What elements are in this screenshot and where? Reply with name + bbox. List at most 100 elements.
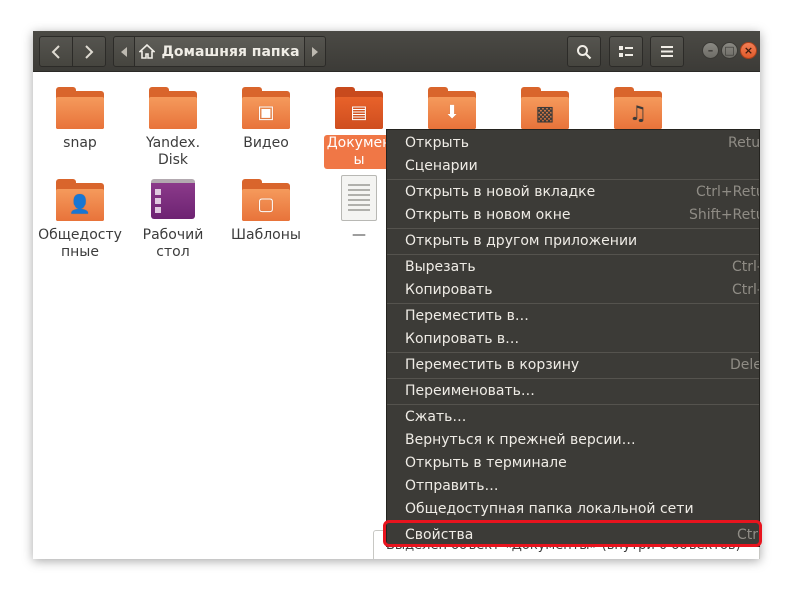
folder-music-icon: ♫ xyxy=(614,87,662,131)
minimize-icon: – xyxy=(707,44,714,57)
folder-item-desktop[interactable]: Рабочий стол xyxy=(128,179,218,261)
menu-item-move-to-trash[interactable]: Переместить в корзину Dele xyxy=(387,354,760,377)
folder-templates-icon: ▢ xyxy=(242,179,290,223)
menu-separator xyxy=(387,228,759,229)
menu-item-label: Общедоступная папка локальной сети xyxy=(405,501,694,517)
menu-item-copy-to[interactable]: Копировать в… xyxy=(387,328,759,351)
home-icon xyxy=(139,44,156,59)
header-bar: Домашняя папка – □ × xyxy=(33,31,760,72)
item-label: Yandex. Disk xyxy=(145,135,201,168)
menu-item-label: Сжать… xyxy=(405,409,467,425)
menu-item-shortcut: Ctrl- xyxy=(732,259,760,275)
menu-item-label: Свойства xyxy=(405,527,474,543)
document-icon: ▤ xyxy=(350,102,368,123)
menu-item-label: Открыть в новом окне xyxy=(405,207,571,223)
menu-item-label: Открыть в терминале xyxy=(405,455,567,471)
menu-item-shortcut: Ctrl- xyxy=(732,282,760,298)
menu-item-shortcut: Shift+Retu xyxy=(689,207,760,223)
chevron-left-icon xyxy=(51,44,60,59)
menu-item-label: Вырезать xyxy=(405,259,476,275)
item-label: Общедосту пные xyxy=(38,227,122,260)
folder-item-videos[interactable]: ▣ Видео xyxy=(221,87,311,152)
folder-video-icon: ▣ xyxy=(242,87,290,131)
search-icon xyxy=(577,44,592,59)
menu-item-label: Сценарии xyxy=(405,158,478,174)
picture-icon: ▩ xyxy=(535,101,555,125)
menu-item-label: Открыть в другом приложении xyxy=(405,233,638,249)
search-button[interactable] xyxy=(567,36,601,67)
chevron-right-icon xyxy=(85,44,94,59)
menu-item-send-to[interactable]: Отправить… xyxy=(387,475,759,498)
close-icon: × xyxy=(743,44,754,57)
folder-documents-icon: ▤ xyxy=(335,87,383,131)
hamburger-menu-icon xyxy=(661,46,673,57)
menu-item-shortcut: Dele xyxy=(730,357,760,373)
view-toggle-button[interactable] xyxy=(609,36,643,67)
menu-separator xyxy=(387,352,759,353)
menu-item-label: Переместить в… xyxy=(405,308,529,324)
menu-item-label: Копировать в… xyxy=(405,331,520,347)
menu-separator xyxy=(387,378,759,379)
path-scroll-right-button[interactable] xyxy=(304,36,326,67)
menu-item-cut[interactable]: Вырезать Ctrl- xyxy=(387,256,760,279)
menu-item-label: Открыть xyxy=(405,135,469,151)
menu-separator xyxy=(387,404,759,405)
menu-item-rename[interactable]: Переименовать… xyxy=(387,380,759,403)
menu-item-open-new-tab[interactable]: Открыть в новой вкладке Ctrl+Retu xyxy=(387,181,760,204)
item-label: Докумен ы xyxy=(323,135,395,169)
film-icon: ▣ xyxy=(257,102,275,123)
item-label: — xyxy=(352,227,366,243)
menu-item-label: Копировать xyxy=(405,282,493,298)
app-menu-button[interactable] xyxy=(650,36,684,67)
text-file-icon xyxy=(335,175,383,223)
menu-item-open[interactable]: Открыть Retu xyxy=(387,132,760,155)
folder-item-yandex-disk[interactable]: Yandex. Disk xyxy=(128,87,218,169)
menu-item-move-to[interactable]: Переместить в… xyxy=(387,305,759,328)
menu-separator xyxy=(387,303,759,304)
menu-item-compress[interactable]: Сжать… xyxy=(387,406,759,429)
folder-icon xyxy=(149,87,197,131)
folder-public-icon: 👤 xyxy=(56,179,104,223)
triangle-right-icon xyxy=(312,46,318,57)
context-menu: Открыть Retu Сценарии Открыть в новой вклад… xyxy=(386,129,760,547)
folder-icon xyxy=(56,87,104,131)
folder-download-icon: ⬇ xyxy=(428,87,476,131)
menu-item-local-network-share[interactable]: Общедоступная папка локальной сети xyxy=(387,498,759,521)
menu-item-label: Вернуться к прежней версии… xyxy=(405,432,636,448)
back-button[interactable] xyxy=(39,36,73,67)
person-icon: 👤 xyxy=(68,194,92,215)
folder-pictures-icon: ▩ xyxy=(521,87,569,131)
menu-item-label: Открыть в новой вкладке xyxy=(405,184,596,200)
path-scroll-left-button[interactable] xyxy=(113,36,135,67)
menu-item-label: Переместить в корзину xyxy=(405,357,580,373)
minimize-button[interactable]: – xyxy=(702,42,719,59)
folder-item-snap[interactable]: snap xyxy=(35,87,125,152)
item-label: Шаблоны xyxy=(231,227,301,243)
menu-item-shortcut: Retu xyxy=(728,135,760,151)
item-label: snap xyxy=(63,135,97,151)
menu-item-shortcut: Ctr xyxy=(737,527,759,543)
maximize-icon: □ xyxy=(724,44,735,57)
menu-item-copy[interactable]: Копировать Ctrl- xyxy=(387,279,760,302)
folder-item-templates[interactable]: ▢ Шаблоны xyxy=(221,179,311,244)
desktop-folder-icon xyxy=(149,179,197,223)
menu-item-label: Переименовать… xyxy=(405,383,535,399)
maximize-button[interactable]: □ xyxy=(721,42,738,59)
close-button[interactable]: × xyxy=(740,42,757,59)
menu-item-properties[interactable]: Свойства Ctr xyxy=(387,524,759,546)
menu-item-open-in-terminal[interactable]: Открыть в терминале xyxy=(387,452,759,475)
path-home-button[interactable]: Домашняя папка xyxy=(134,36,305,67)
menu-item-open-new-window[interactable]: Открыть в новом окне Shift+Retu xyxy=(387,204,760,227)
menu-item-shortcut: Ctrl+Retu xyxy=(696,184,760,200)
forward-button[interactable] xyxy=(72,36,106,67)
menu-item-revert-previous-version[interactable]: Вернуться к прежней версии… xyxy=(387,429,759,452)
menu-item-open-with-other-app[interactable]: Открыть в другом приложении xyxy=(387,230,759,253)
template-icon: ▢ xyxy=(257,194,275,215)
item-label: Рабочий стол xyxy=(142,227,204,260)
path-label: Домашняя папка xyxy=(161,43,300,60)
menu-separator xyxy=(387,254,759,255)
folder-item-public[interactable]: 👤 Общедосту пные xyxy=(35,179,125,261)
triangle-left-icon xyxy=(121,46,127,57)
menu-item-scripts[interactable]: Сценарии xyxy=(387,155,759,178)
view-toggle-icon xyxy=(619,45,633,57)
